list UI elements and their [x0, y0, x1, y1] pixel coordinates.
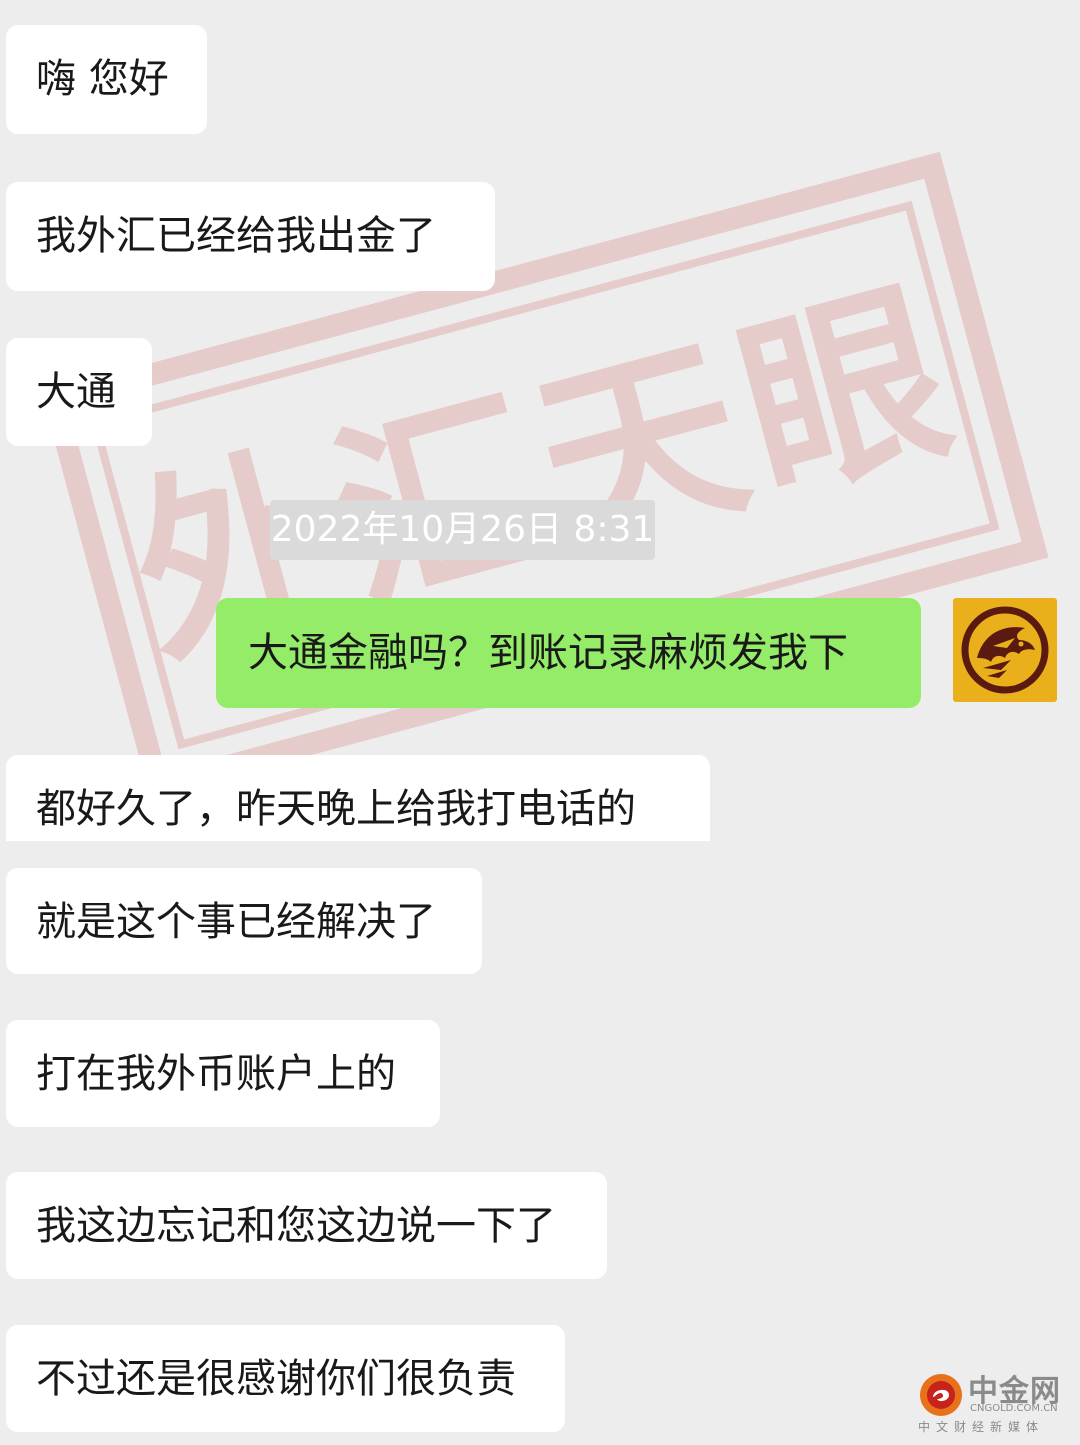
message-bubble-incoming[interactable]: 都好久了，昨天晚上给我打电话的: [6, 755, 710, 841]
message-bubble-incoming[interactable]: 不过还是很感谢你们很负责: [6, 1325, 565, 1432]
message-bubble-incoming[interactable]: 我外汇已经给我出金了: [6, 182, 495, 291]
site-tagline: 中文财经新媒体: [918, 1420, 1045, 1434]
message-bubble-incoming[interactable]: 我这边忘记和您这边说一下了: [6, 1172, 607, 1279]
message-bubble-incoming[interactable]: 就是这个事已经解决了: [6, 868, 482, 974]
site-logo-watermark: 中金网 CNGOLD.COM.CN 中文财经新媒体: [918, 1372, 1068, 1437]
site-logo-icon: [920, 1374, 962, 1416]
chat-timestamp: 2022年10月26日 8:31: [270, 500, 655, 560]
message-bubble-incoming[interactable]: 嗨 您好: [6, 25, 207, 134]
message-bubble-outgoing[interactable]: 大通金融吗？到账记录麻烦发我下: [216, 598, 921, 708]
message-bubble-incoming[interactable]: 打在我外币账户上的: [6, 1020, 440, 1127]
avatar[interactable]: [953, 598, 1057, 702]
message-bubble-incoming[interactable]: 大通: [6, 338, 152, 446]
eagle-logo-icon: [961, 606, 1049, 694]
site-url: CNGOLD.COM.CN: [970, 1403, 1058, 1414]
